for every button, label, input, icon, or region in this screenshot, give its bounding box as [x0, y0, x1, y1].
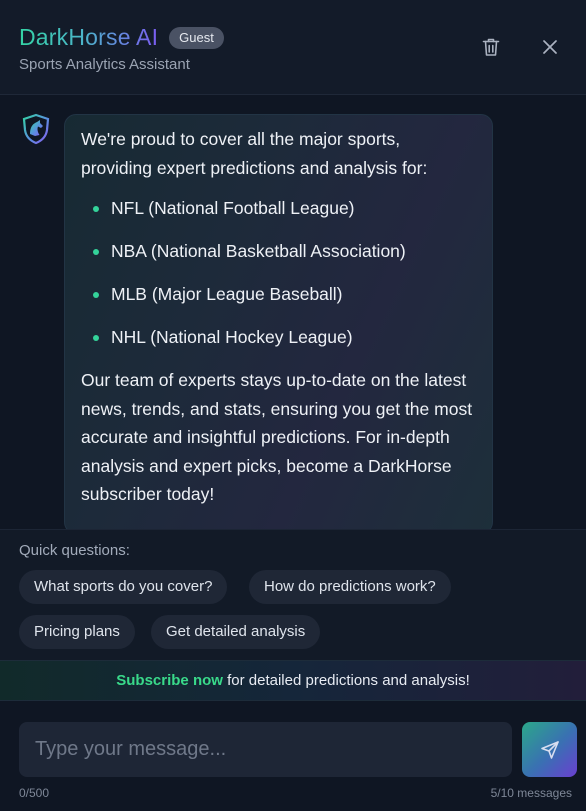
char-counter: 0/500 [19, 786, 50, 800]
send-icon [540, 740, 559, 759]
guest-badge: Guest [169, 26, 224, 49]
quick-chip-analysis[interactable]: Get detailed analysis [151, 615, 321, 649]
header-subtitle: Sports Analytics Assistant [19, 56, 190, 73]
chat-widget: DarkHorse AI Guest Sports Analytics Assi… [0, 0, 586, 811]
list-item: MLB (Major League Baseball) [81, 280, 474, 309]
bot-message-bubble: We're proud to cover all the major sport… [64, 114, 493, 529]
input-area: 0/500 5/10 messages [0, 701, 586, 811]
send-button[interactable] [522, 722, 577, 777]
list-item: NBA (National Basketball Association) [81, 237, 474, 266]
close-icon [543, 40, 557, 54]
message-intro: We're proud to cover all the major sport… [81, 129, 428, 178]
close-button[interactable] [535, 32, 565, 62]
message-outro: Our team of experts stays up-to-date on … [81, 370, 473, 504]
trash-icon [482, 38, 500, 56]
quick-chip-sports[interactable]: What sports do you cover? [19, 570, 228, 604]
subscribe-link[interactable]: Subscribe now [116, 672, 223, 689]
quick-chip-predictions[interactable]: How do predictions work? [249, 570, 451, 604]
bot-avatar [20, 113, 52, 145]
quick-chip-pricing[interactable]: Pricing plans [19, 615, 135, 649]
list-item: NFL (National Football League) [81, 194, 474, 223]
sports-list: NFL (National Football League) NBA (Nati… [81, 194, 474, 352]
quick-questions-panel: Quick questions: What sports do you cove… [0, 529, 586, 660]
subscribe-banner: Subscribe now for detailed predictions a… [0, 660, 586, 701]
title-row: DarkHorse AI Guest [19, 24, 224, 51]
quick-questions-label: Quick questions: [19, 542, 130, 559]
message-list[interactable]: We're proud to cover all the major sport… [0, 95, 586, 529]
message-input[interactable] [19, 722, 512, 777]
clear-chat-button[interactable] [476, 32, 506, 62]
list-item: NHL (National Hockey League) [81, 323, 474, 352]
horse-shield-logo [22, 113, 50, 145]
banner-text: for detailed predictions and analysis! [222, 672, 470, 689]
message-counter: 5/10 messages [490, 786, 572, 800]
brand-title: DarkHorse AI [19, 24, 159, 50]
chat-header: DarkHorse AI Guest Sports Analytics Assi… [0, 0, 586, 95]
